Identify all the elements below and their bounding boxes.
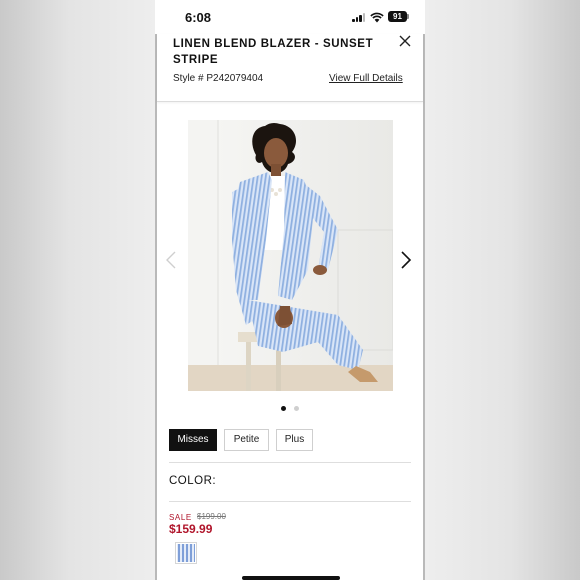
status-time: 6:08 bbox=[185, 10, 212, 25]
quick-view-sheet: LINEN BLEND BLAZER - SUNSET STRIPE Style… bbox=[157, 34, 423, 580]
carousel-indicator bbox=[157, 398, 423, 411]
tab-plus[interactable]: Plus bbox=[276, 429, 313, 451]
close-icon[interactable] bbox=[397, 33, 413, 49]
home-indicator[interactable] bbox=[242, 576, 340, 580]
divider bbox=[169, 501, 411, 502]
view-full-details-link[interactable]: View Full Details bbox=[329, 73, 403, 84]
stripe-swatch-pattern bbox=[177, 544, 195, 562]
battery-icon: 91 bbox=[388, 11, 407, 22]
product-photo[interactable] bbox=[188, 120, 393, 391]
divider bbox=[169, 462, 411, 463]
tab-petite[interactable]: Petite bbox=[224, 429, 269, 451]
sale-price: $159.99 bbox=[169, 522, 213, 536]
sale-label: SALE bbox=[169, 513, 192, 522]
status-bar: 6:08 91 bbox=[155, 0, 425, 34]
carousel-dot[interactable] bbox=[294, 406, 300, 411]
model-blazer-image bbox=[188, 120, 393, 391]
carousel-dot-active[interactable] bbox=[280, 406, 286, 411]
battery-tip bbox=[407, 14, 409, 19]
wifi-icon bbox=[370, 12, 384, 23]
product-image-carousel bbox=[157, 120, 423, 392]
quick-view-header: LINEN BLEND BLAZER - SUNSET STRIPE Style… bbox=[157, 34, 423, 102]
phone-screen: 6:08 91 LINEN BLEND BLAZER - SUNSET STRI… bbox=[155, 0, 425, 580]
original-price: $199.00 bbox=[197, 512, 226, 521]
tab-misses[interactable]: Misses bbox=[169, 429, 217, 451]
product-title: LINEN BLEND BLAZER - SUNSET STRIPE bbox=[173, 38, 374, 66]
color-label: COLOR: bbox=[169, 475, 217, 487]
chevron-left-icon[interactable] bbox=[165, 250, 177, 270]
style-number: Style # P242079404 bbox=[173, 73, 264, 84]
color-swatch-sunset-stripe[interactable] bbox=[176, 543, 196, 563]
chevron-right-icon[interactable] bbox=[400, 250, 412, 270]
cellular-signal-icon bbox=[352, 13, 366, 22]
